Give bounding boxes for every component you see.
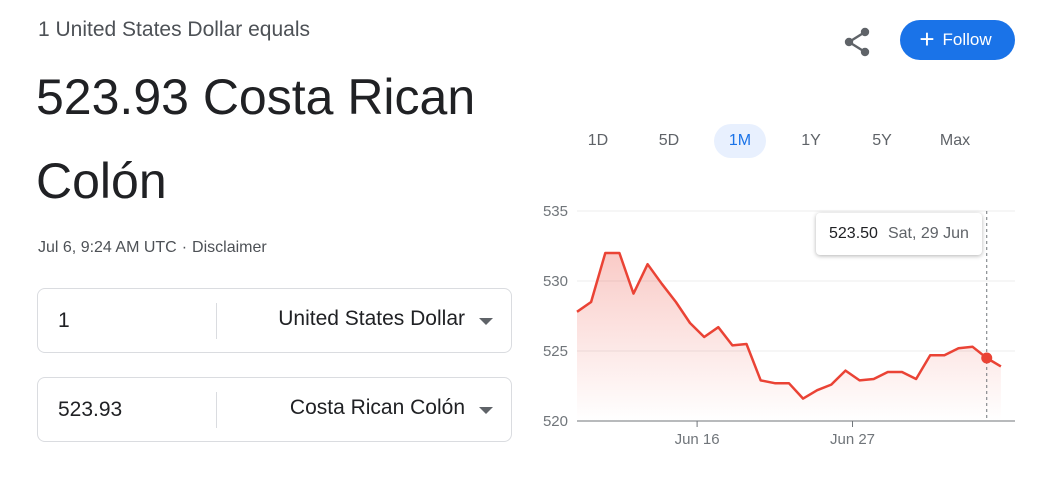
from-currency-select[interactable]: United States Dollar: [278, 307, 465, 331]
x-tick-label: Jun 16: [675, 431, 720, 448]
exchange-rate-title-cont: Colón: [36, 153, 167, 209]
highlight-point: [981, 352, 993, 364]
divider: [216, 303, 217, 339]
range-tab-5d[interactable]: 5D: [643, 124, 695, 158]
range-tab-max[interactable]: Max: [926, 124, 984, 158]
to-currency-select[interactable]: Costa Rican Colón: [290, 396, 465, 420]
share-icon: [844, 27, 870, 57]
meta-line: Jul 6, 9:24 AM UTC · Disclaimer: [38, 239, 267, 257]
chevron-down-icon[interactable]: [479, 318, 493, 325]
converter-to: 523.93 Costa Rican Colón: [37, 377, 512, 442]
timestamp: Jul 6, 9:24 AM UTC: [38, 239, 177, 256]
range-tab-1d[interactable]: 1D: [572, 124, 624, 158]
subtitle: 1 United States Dollar equals: [38, 18, 310, 41]
chevron-down-icon[interactable]: [479, 407, 493, 414]
y-tick-label: 530: [543, 273, 568, 290]
disclaimer-link[interactable]: Disclaimer: [192, 239, 267, 256]
chart-tooltip: 523.50 Sat, 29 Jun: [816, 213, 982, 255]
share-button[interactable]: [840, 24, 876, 60]
tooltip-date: Sat, 29 Jun: [887, 225, 969, 242]
from-amount-input[interactable]: 1: [58, 309, 70, 333]
tooltip-value: 523.50: [829, 225, 878, 242]
range-tab-1y[interactable]: 1Y: [785, 124, 837, 158]
range-tab-1m[interactable]: 1M: [714, 124, 766, 158]
y-tick-label: 535: [543, 203, 568, 220]
plus-icon: +: [919, 24, 935, 54]
range-tab-5y[interactable]: 5Y: [856, 124, 908, 158]
y-tick-label: 525: [543, 343, 568, 360]
separator: ·: [181, 239, 188, 256]
converter-from: 1 United States Dollar: [37, 288, 512, 353]
exchange-rate-title: 523.93 Costa Rican: [36, 69, 476, 125]
x-tick-label: Jun 27: [830, 431, 875, 448]
to-amount-input[interactable]: 523.93: [58, 398, 122, 422]
y-tick-label: 520: [543, 413, 568, 430]
follow-button[interactable]: + Follow: [900, 20, 1015, 60]
follow-label: Follow: [942, 30, 992, 49]
divider: [216, 392, 217, 428]
